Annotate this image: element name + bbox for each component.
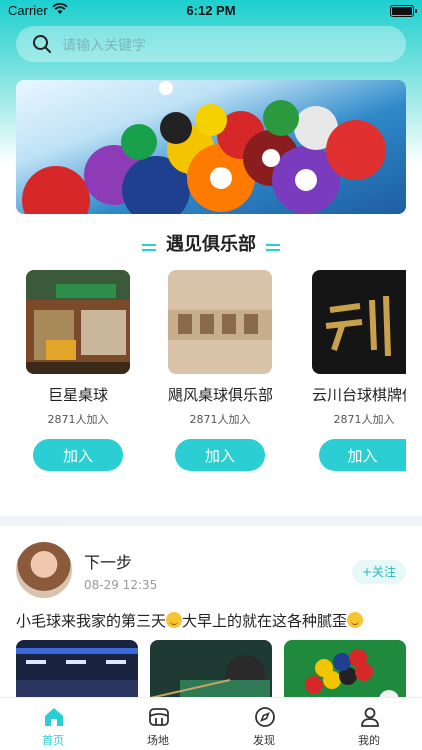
club-card[interactable]: 云川台球棋牌俱 2871人加入 加入 <box>312 270 406 471</box>
section-header: 遇见俱乐部 <box>0 230 422 256</box>
tab-mine[interactable]: 我的 <box>316 698 422 750</box>
join-button[interactable]: 加入 <box>175 439 265 471</box>
club-name: 云川台球棋牌俱 <box>312 386 406 404</box>
search-placeholder: 请输入关键字 <box>62 38 146 54</box>
follow-button[interactable]: +关注 <box>352 560 406 584</box>
club-thumbnail <box>168 270 272 374</box>
section-divider <box>0 516 422 526</box>
promo-banner[interactable] <box>16 80 406 214</box>
club-name: 巨星桌球 <box>47 386 108 404</box>
compass-icon <box>254 706 276 728</box>
tab-label: 场地 <box>147 734 169 747</box>
post-author[interactable]: 下一步 <box>84 549 132 573</box>
post-text: 小毛球来我家的第三天 大早上的就在这各种腻歪 <box>16 610 364 631</box>
smile-emoji-icon <box>347 612 364 628</box>
battery-icon <box>390 5 417 17</box>
status-bar: Carrier 6:12 PM <box>0 0 422 22</box>
post-text-part1: 小毛球来我家的第三天 <box>16 612 167 630</box>
billiard-balls-image <box>22 81 386 214</box>
tab-discover[interactable]: 发现 <box>211 698 317 750</box>
tab-venue[interactable]: 场地 <box>105 698 211 750</box>
club-member-count: 2871人加入 <box>189 413 251 426</box>
club-member-count: 2871人加入 <box>333 413 395 426</box>
club-card[interactable]: 飓风桌球俱乐部 2871人加入 加入 <box>168 270 272 471</box>
post-date: 08-29 12:35 <box>84 578 158 592</box>
section-title: 遇见俱乐部 <box>166 234 256 255</box>
clock: 6:12 PM <box>186 3 236 18</box>
post-text-part2: 大早上的就在这各种腻歪 <box>182 612 348 630</box>
title-decoration-right <box>266 244 280 251</box>
title-decoration-left <box>142 244 156 251</box>
search-bar[interactable]: 请输入关键字 <box>16 26 406 62</box>
home-icon <box>43 706 65 728</box>
search-icon <box>32 34 52 58</box>
tab-bar: 首页 场地 发现 我的 <box>0 697 422 750</box>
tab-home[interactable]: 首页 <box>0 698 106 750</box>
club-thumbnail <box>26 270 130 374</box>
club-thumbnail <box>312 270 406 374</box>
smile-emoji-icon <box>166 612 183 628</box>
avatar[interactable] <box>16 542 72 598</box>
tab-label: 首页 <box>42 734 64 747</box>
join-button[interactable]: 加入 <box>33 439 123 471</box>
user-icon <box>359 706 381 728</box>
tab-label: 我的 <box>358 734 380 747</box>
venue-icon <box>148 706 170 728</box>
club-card[interactable]: 巨星桌球 2871人加入 加入 <box>26 270 130 471</box>
join-button[interactable]: 加入 <box>319 439 406 471</box>
club-name: 飓风桌球俱乐部 <box>168 386 272 404</box>
club-member-count: 2871人加入 <box>47 413 109 426</box>
tab-label: 发现 <box>253 734 275 747</box>
